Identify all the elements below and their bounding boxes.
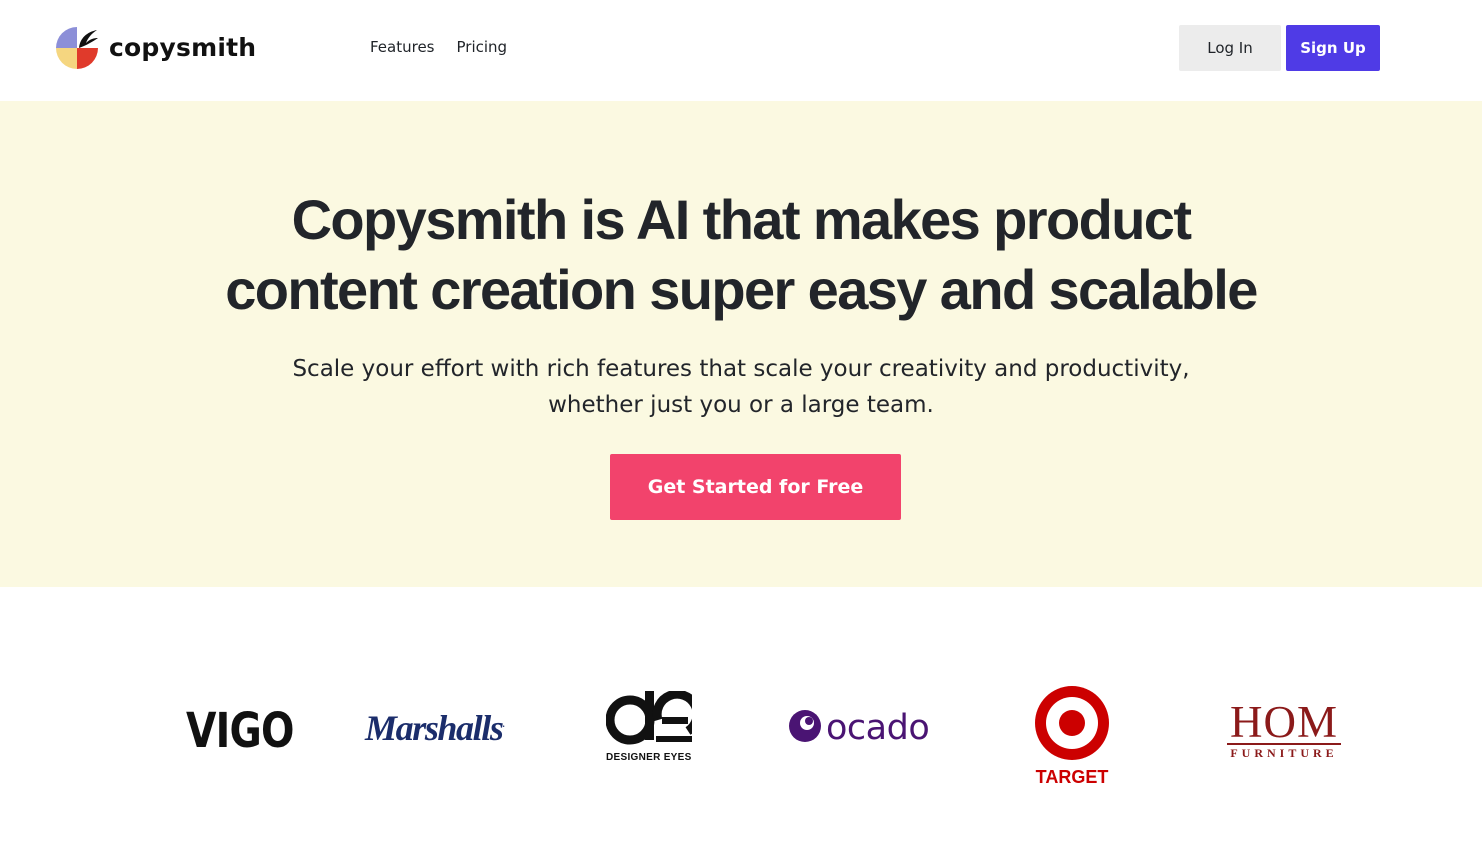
target-logo-text: TARGET	[1035, 767, 1109, 787]
designer-eyes-logo: DESIGNER EYES	[605, 689, 702, 763]
ocado-logo-text: ocado	[826, 708, 930, 748]
hom-logo-text: HOM	[1229, 697, 1338, 747]
target-logo: TARGET	[1034, 685, 1110, 788]
customer-logos-section: VIGO Marshalls. DESIGNER EYES ocado TARG…	[0, 587, 1482, 854]
marshalls-logo-mark: .	[502, 719, 504, 729]
designer-eyes-icon	[605, 689, 702, 751]
nav-features-link[interactable]: Features	[370, 38, 435, 56]
copysmith-logo-icon	[56, 26, 98, 69]
nav-pricing-link[interactable]: Pricing	[457, 38, 508, 56]
hom-logo-subtext: FURNITURE	[1227, 743, 1341, 761]
hero-subtitle: Scale your effort with rich features tha…	[0, 351, 1482, 423]
brand-logo[interactable]: copysmith	[56, 26, 256, 69]
hero-title-line-2: content creation super easy and scalable	[225, 258, 1258, 321]
marshalls-logo-text: Marshalls	[365, 708, 504, 748]
designer-eyes-text: DESIGNER EYES	[606, 752, 692, 763]
hero-subtitle-line-1: Scale your effort with rich features tha…	[292, 356, 1190, 382]
marshalls-logo: Marshalls.	[365, 707, 505, 749]
target-bullseye-icon	[1034, 686, 1110, 765]
login-button[interactable]: Log In	[1179, 25, 1281, 71]
hero-section: Copysmith is AI that makes product conte…	[0, 101, 1482, 587]
signup-button[interactable]: Sign Up	[1286, 25, 1380, 71]
ocado-swirl-icon	[788, 709, 822, 748]
vigo-logo-text: VIGO	[186, 703, 294, 759]
hero-subtitle-line-2: whether just you or a large team.	[548, 392, 934, 418]
hero-title-line-1: Copysmith is AI that makes product	[291, 188, 1192, 251]
get-started-button[interactable]: Get Started for Free	[610, 454, 901, 520]
brand-name: copysmith	[109, 33, 257, 62]
main-nav: Features Pricing	[370, 38, 529, 56]
hom-furniture-logo: HOM FURNITURE	[1225, 697, 1343, 761]
vigo-logo: VIGO	[186, 703, 294, 759]
site-header: copysmith Features Pricing Log In Sign U…	[0, 0, 1482, 101]
hero-title: Copysmith is AI that makes product conte…	[0, 185, 1482, 325]
ocado-logo: ocado	[788, 708, 930, 748]
